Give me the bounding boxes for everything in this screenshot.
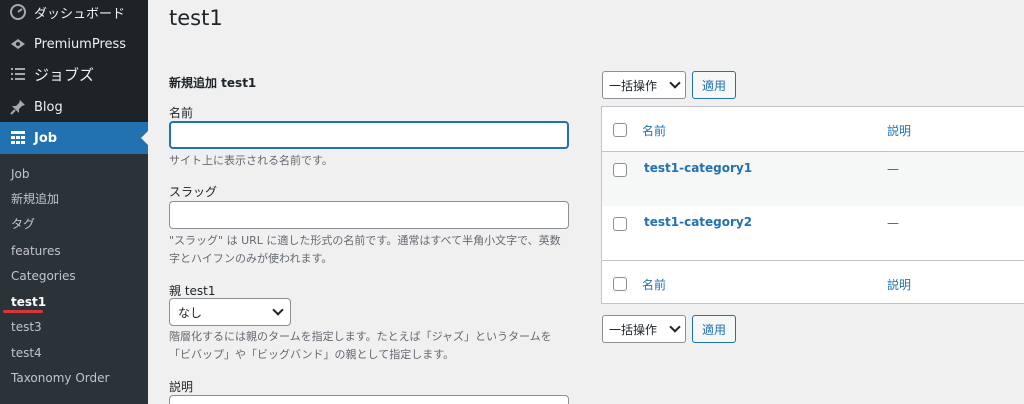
table-row: test1-category1 — <box>602 152 1024 206</box>
bulk-actions-select-bottom[interactable]: 一括操作 <box>602 315 686 343</box>
pin-icon <box>8 97 28 117</box>
term-description: — <box>887 216 899 230</box>
chevron-down-icon <box>669 321 681 333</box>
select-all-checkbox-footer[interactable] <box>613 277 627 291</box>
row-checkbox[interactable] <box>613 163 627 177</box>
slug-input[interactable] <box>169 201 569 229</box>
menu-label: PremiumPress <box>34 36 127 52</box>
submenu-item-tags[interactable]: タグ <box>11 215 35 233</box>
submenu-item-test4[interactable]: test4 <box>11 344 42 362</box>
column-footer-name[interactable]: 名前 <box>642 276 666 293</box>
annotation-underline <box>3 310 43 313</box>
column-footer-description[interactable]: 説明 <box>887 276 911 293</box>
menu-item-job[interactable]: Job <box>0 122 148 154</box>
description-label: 説明 <box>169 380 194 394</box>
name-input[interactable] <box>169 121 569 149</box>
name-label: 名前 <box>169 106 194 120</box>
parent-label: 親 test1 <box>169 284 216 298</box>
parent-select-value: なし <box>178 305 203 320</box>
apply-button-bottom[interactable]: 適用 <box>692 315 736 343</box>
slug-description: "スラッグ" は URL に適した形式の名前です。通常はすべて半角小文字で、英数… <box>169 234 561 265</box>
term-name-link[interactable]: test1-category2 <box>644 215 752 229</box>
description-textarea[interactable] <box>169 395 569 404</box>
submenu-item-test1[interactable]: test1 <box>11 293 46 311</box>
bulk-actions-label: 一括操作 <box>609 322 658 337</box>
table-header-row: 名前 説明 <box>602 107 1024 152</box>
submenu-item-features[interactable]: features <box>11 242 61 260</box>
term-name-link[interactable]: test1-category1 <box>644 161 752 175</box>
premiumpress-icon <box>8 34 28 54</box>
menu-item-premiumpress[interactable]: PremiumPress <box>0 28 148 60</box>
form-heading: 新規追加 test1 <box>169 76 257 90</box>
grid-icon <box>8 128 28 148</box>
submenu-item-test3[interactable]: test3 <box>11 318 42 336</box>
menu-label: Job <box>34 130 58 146</box>
submenu-item-categories[interactable]: Categories <box>11 267 76 285</box>
row-checkbox[interactable] <box>613 217 627 231</box>
admin-sidebar: ダッシュボード PremiumPress ジョブズ Blog Job Job 新… <box>0 0 148 404</box>
name-description: サイト上に表示される名前です。 <box>169 154 333 167</box>
page-title: test1 <box>169 6 223 30</box>
dashboard-icon <box>8 2 28 22</box>
menu-label: ダッシュボード <box>34 6 126 22</box>
table-row: test1-category2 — <box>602 206 1024 260</box>
submenu-item-job[interactable]: Job <box>11 165 30 183</box>
chevron-down-icon <box>272 304 284 316</box>
list-icon <box>8 64 28 84</box>
table-footer-row: 名前 説明 <box>602 260 1024 304</box>
parent-description: 階層化するには親のタームを指定します。たとえば「ジャズ」というタームを「ビバップ… <box>169 330 552 361</box>
submenu-item-taxonomy-order[interactable]: Taxonomy Order <box>11 369 109 387</box>
submenu: Job 新規追加 タグ features Categories test1 te… <box>0 154 148 404</box>
menu-label: ジョブズ <box>34 65 95 84</box>
column-header-description[interactable]: 説明 <box>887 122 911 139</box>
menu-item-blog[interactable]: Blog <box>0 91 148 123</box>
menu-item-dashboard[interactable]: ダッシュボード <box>0 0 148 28</box>
terms-table: 名前 説明 test1-category1 — test1-category2 … <box>601 106 1024 304</box>
bulk-actions-select-top[interactable]: 一括操作 <box>602 71 686 99</box>
menu-label: Blog <box>34 99 63 115</box>
menu-item-jobs[interactable]: ジョブズ <box>0 58 148 90</box>
apply-button-top[interactable]: 適用 <box>692 71 736 99</box>
parent-select[interactable]: なし <box>169 298 291 326</box>
chevron-down-icon <box>669 77 681 89</box>
select-all-checkbox[interactable] <box>613 123 627 137</box>
slug-label: スラッグ <box>169 185 218 199</box>
column-header-name[interactable]: 名前 <box>642 122 666 139</box>
submenu-item-add-new[interactable]: 新規追加 <box>11 190 59 208</box>
bulk-actions-label: 一括操作 <box>609 78 658 93</box>
term-description: — <box>887 162 899 176</box>
